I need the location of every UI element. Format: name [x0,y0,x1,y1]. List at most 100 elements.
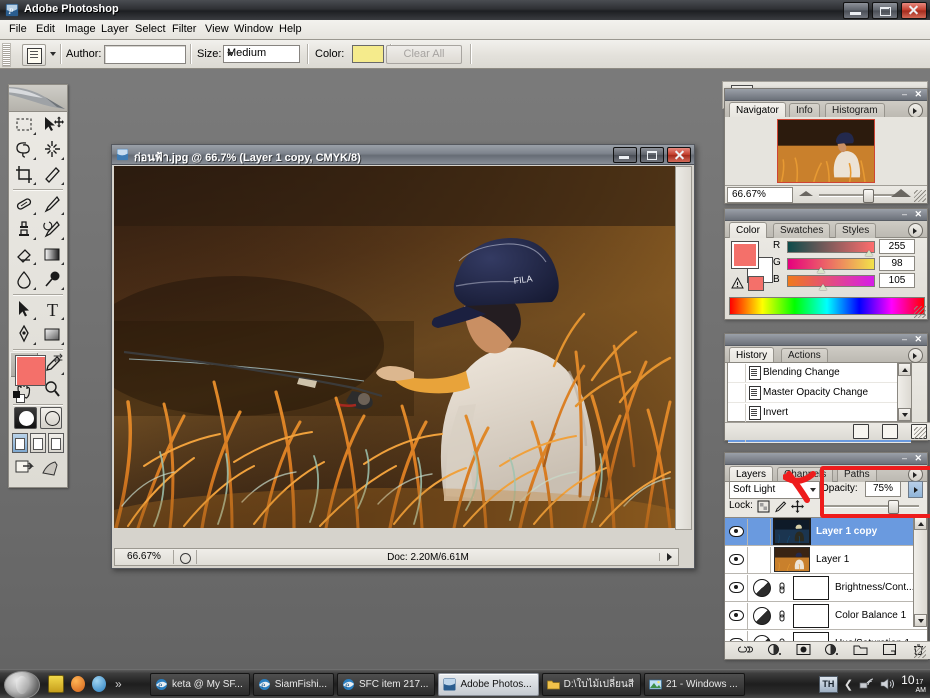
document-title-bar[interactable]: ก่อนฟ้า.jpg @ 66.7% (Layer 1 copy, CMYK/… [112,145,694,165]
taskbar-item-active[interactable]: Adobe Photos... [438,673,539,696]
minimize-button[interactable] [843,2,869,19]
link-icon[interactable] [775,609,789,623]
new-group-icon[interactable] [853,643,868,659]
path-selection-tool[interactable] [10,297,38,322]
panel-menu-icon[interactable] [908,348,923,363]
layer-visibility-toggle[interactable] [725,574,748,601]
zoom-in-icon[interactable] [891,189,911,197]
panel-resize-grip[interactable] [914,646,926,658]
taskbar-item[interactable]: 21 - Windows ... [643,673,745,696]
taskbar-item[interactable]: D:\ใบไม้เปลี่ยนสี [541,673,641,696]
layer-visibility-toggle[interactable] [725,546,748,573]
close-button[interactable] [901,2,927,19]
healing-brush-tool[interactable] [10,192,38,217]
image-canvas[interactable]: FILA [114,166,677,528]
pen-tool[interactable] [10,322,38,347]
menu-file[interactable]: File [4,23,32,36]
history-state[interactable]: Blending Change [728,363,911,383]
clone-stamp-tool[interactable] [10,217,38,242]
scroll-up-button[interactable] [914,517,927,530]
panel-minimize-icon[interactable]: – [902,335,909,344]
document-close-button[interactable] [667,147,691,163]
navigator-panel-titlebar[interactable]: – ✕ [725,89,927,101]
layer-thumbnail[interactable] [773,518,811,545]
slice-tool[interactable] [38,162,66,187]
foreground-color-swatch[interactable] [15,355,46,386]
layers-scrollbar[interactable] [913,517,927,627]
navigator-zoom-value[interactable]: 66.67% [727,186,793,203]
lasso-tool[interactable] [10,137,38,162]
layer-mask-thumbnail[interactable] [793,575,829,600]
ie-icon[interactable] [48,675,64,693]
layer-link-cell[interactable] [748,518,771,545]
quick-mask-mode-icon[interactable] [39,407,62,429]
clock[interactable]: 10 17 AM [901,673,926,695]
volume-icon[interactable] [880,677,895,691]
document-vertical-scrollbar[interactable] [675,166,692,530]
full-screen-icon[interactable] [48,433,64,453]
media-player-icon[interactable] [71,676,85,692]
tab-paths[interactable]: Paths [837,467,877,482]
channel-value-b[interactable]: 105 [879,273,915,288]
chevron-right-icon[interactable] [659,553,678,561]
layer-thumbnail[interactable] [774,547,810,572]
new-snapshot-icon[interactable] [882,424,898,439]
layer-visibility-toggle[interactable] [725,518,748,545]
blend-mode-select[interactable]: Soft Light [729,481,820,499]
panel-minimize-icon[interactable]: – [902,90,909,99]
scroll-down-button[interactable] [914,614,927,627]
panel-menu-icon[interactable] [908,223,923,238]
tab-layers[interactable]: Layers [729,466,774,482]
menu-edit[interactable]: Edit [31,23,60,36]
history-state[interactable]: Master Opacity Change [728,383,911,403]
browser-icon[interactable] [92,676,106,692]
color-spectrum-ramp[interactable] [729,297,925,315]
history-source-toggle[interactable] [728,363,746,382]
new-document-from-state-icon[interactable] [853,424,869,439]
panel-close-icon[interactable]: ✕ [914,335,922,344]
scroll-up-button[interactable] [898,363,911,376]
swap-colors-icon[interactable]: ⇄ [53,351,63,365]
opacity-field[interactable]: 75% [865,481,901,497]
layer-visibility-toggle[interactable] [725,602,748,629]
navigator-zoom-slider[interactable] [793,186,927,203]
table-row[interactable]: Layer 1 [725,546,927,574]
type-tool[interactable]: T [38,297,66,322]
panel-resize-grip[interactable] [914,190,926,202]
tab-styles[interactable]: Styles [835,223,877,238]
menu-filter[interactable]: Filter [167,23,201,36]
opacity-slider[interactable] [823,500,919,514]
history-brush-tool[interactable] [38,217,66,242]
move-tool[interactable] [38,112,66,137]
history-state[interactable]: Invert [728,403,911,423]
tab-history[interactable]: History [729,347,775,363]
clear-all-button[interactable]: Clear All [386,45,462,64]
tool-preset-picker[interactable] [22,44,46,66]
tab-info[interactable]: Info [789,103,820,118]
table-row[interactable]: Layer 1 copy [725,518,927,546]
channel-slider-r[interactable] [865,250,873,256]
menu-layer[interactable]: Layer [96,23,134,36]
magic-wand-tool[interactable] [38,137,66,162]
lock-transparent-pixels-icon[interactable] [757,500,770,513]
note-color-swatch[interactable] [352,45,384,63]
network-icon[interactable] [859,677,874,691]
document-maximize-button[interactable] [640,147,664,163]
panel-close-icon[interactable]: ✕ [914,454,922,463]
panel-resize-grip[interactable] [914,427,926,439]
new-layer-icon[interactable] [882,643,897,659]
layer-style-icon[interactable] [767,643,782,659]
gradient-tool[interactable] [38,242,66,267]
slider-knob[interactable] [862,189,874,203]
menu-select[interactable]: Select [130,23,171,36]
gamut-warning-icon[interactable] [731,277,744,289]
table-row[interactable]: Brightness/Cont... [725,574,927,602]
layer-link-cell[interactable] [748,546,771,573]
doc-info-icon[interactable] [174,550,197,564]
foreground-color-swatch[interactable] [731,241,759,269]
history-panel-titlebar[interactable]: – ✕ [725,334,927,346]
quick-launch-more[interactable]: » [115,677,122,691]
tab-swatches[interactable]: Swatches [773,223,831,238]
standard-screen-mode-icon[interactable] [12,433,28,453]
table-row[interactable]: Color Balance 1 [725,602,927,630]
